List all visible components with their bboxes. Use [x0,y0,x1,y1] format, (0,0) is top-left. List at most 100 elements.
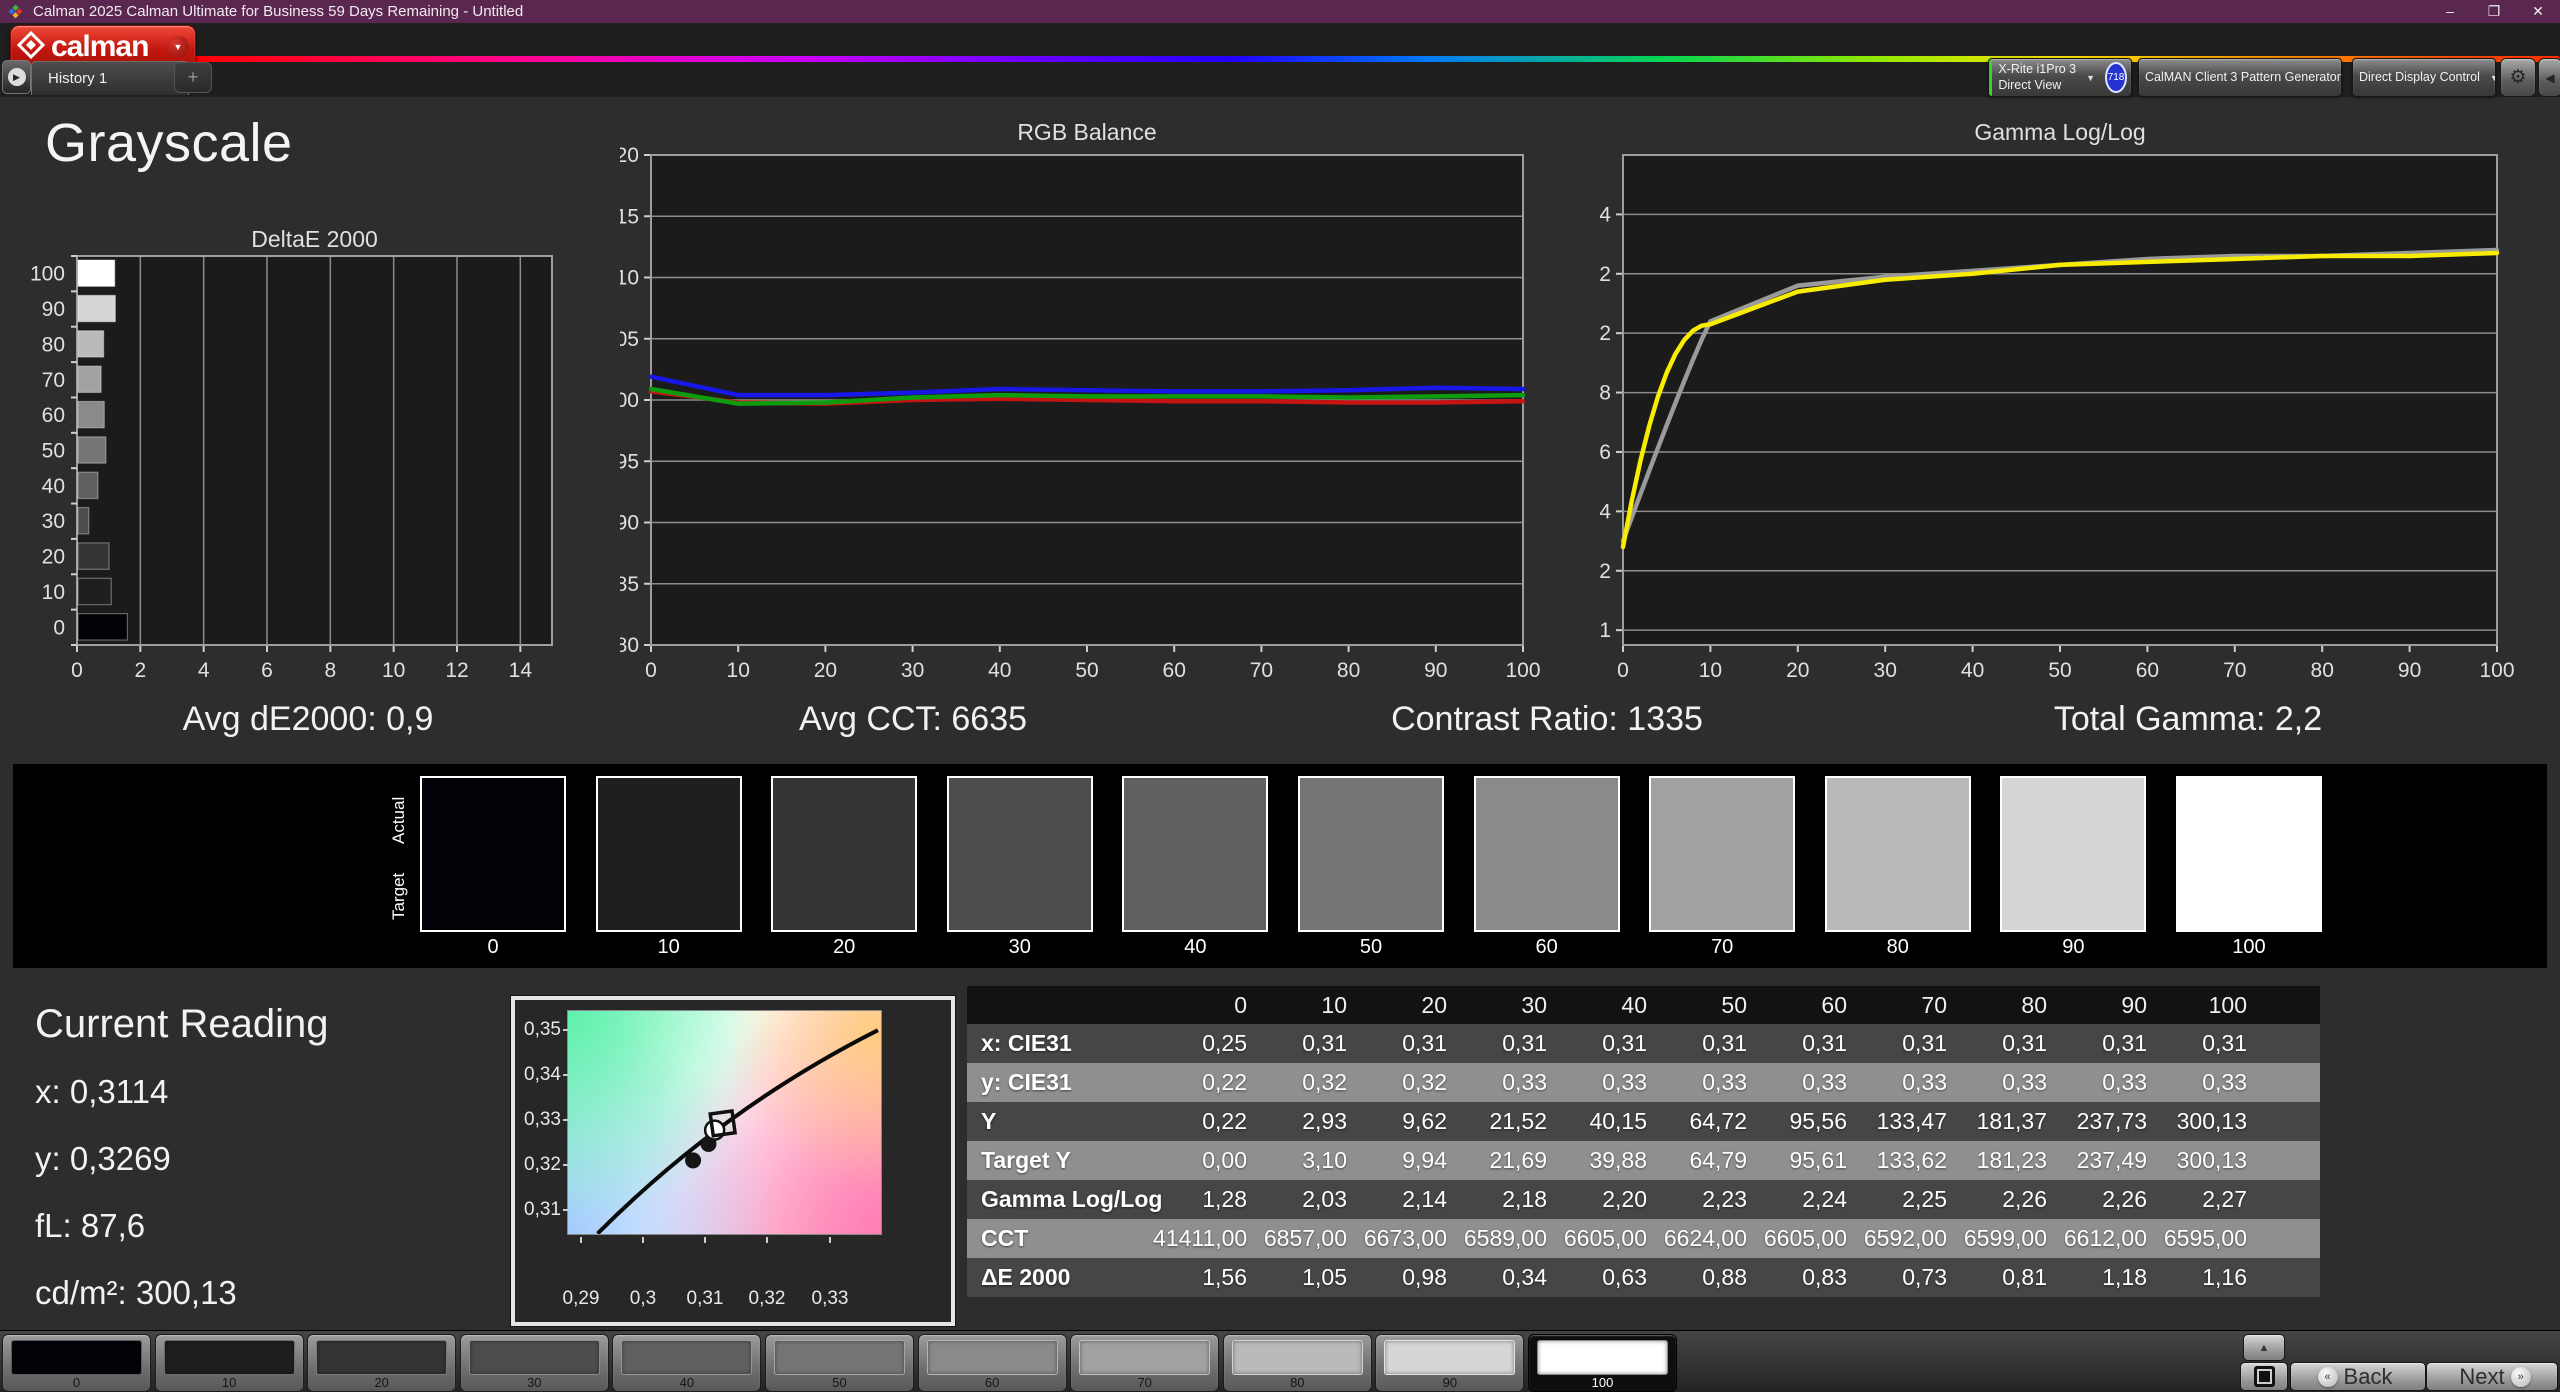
table-cell: 95,56 [1789,1108,1847,1134]
strip-row-label-target: Target [389,872,408,920]
next-button[interactable]: Next» [2426,1362,2558,1391]
meter-select-dropdown[interactable]: X-Rite i1Pro 3 Direct View ▼ 718 [1988,58,2132,97]
rgb-balance-line-chart: RGB Balance 80 85 90 95 100 105 110 115 120 0 10 20 3… [620,119,1541,682]
svg-text:50: 50 [42,440,65,463]
svg-text:50: 50 [1075,659,1098,682]
scroll-up-button[interactable]: ▲ [2243,1334,2285,1361]
table-row-y-cie31: y: CIE31 0,22 0,32 0,32 0,33 0,33 0,33 0,33 0,33… [967,1063,2320,1102]
table-cell: 6605,00 [1763,1225,1847,1251]
cie-y-tick-label: 0,35 [524,1019,561,1040]
table-header-40: 40 [1621,991,1647,1018]
cie-x-tick-label: 0,31 [686,1288,724,1309]
table-row--e-2000: ΔE 2000 1,56 1,05 0,98 0,34 0,63 0,88 0,83 0,73 0… [967,1258,2320,1297]
table-cell: 6599,00 [1963,1225,2047,1251]
back-button[interactable]: «Back [2290,1362,2426,1391]
pattern-generator-dropdown[interactable]: CalMAN Client 3 Pattern Generator ▼ [2138,58,2342,97]
table-cell: 133,47 [1876,1108,1947,1134]
next-label: Next [2459,1363,2505,1389]
pattern-level-button-20[interactable]: 20 [307,1334,457,1392]
pattern-level-button-0[interactable]: 0 [2,1334,151,1392]
table-header-row: 0 10 20 30 40 50 60 70 80 90 100 [967,986,2320,1024]
table-header-100: 100 [2208,991,2247,1018]
svg-text:90: 90 [620,512,639,535]
svg-text:95: 95 [620,450,639,473]
pattern-level-bar: 0102030405060708090100▲■▶[·]∞⟳«BackNext» [0,1330,2560,1392]
svg-text:1,8: 1,8 [1600,382,1611,405]
cie-x-tick [642,1237,644,1243]
reading-x: x: 0,3114 [35,1073,169,1110]
window-pattern-icon [2253,1366,2275,1387]
table-cell: 6673,00 [1363,1225,1447,1251]
table-cell: 2,03 [1302,1186,1347,1212]
window-pattern-button[interactable] [2240,1362,2288,1391]
cie-y-tick [563,1209,568,1211]
chevron-down-icon: ▼ [2484,73,2495,83]
table-cell: 0,34 [1502,1264,1547,1290]
settings-gear-button[interactable]: ⚙ [2500,58,2536,97]
pattern-patch [1079,1340,1211,1375]
pattern-level-label: 70 [1137,1375,1152,1390]
cie-y-tick-label: 0,34 [524,1064,561,1085]
minimize-button[interactable]: – [2428,0,2472,23]
collapse-panel-button[interactable]: ◀ [2538,58,2560,97]
pattern-patch [1231,1340,1363,1375]
pattern-level-button-30[interactable]: 30 [459,1334,609,1392]
svg-text:1,4: 1,4 [1600,500,1611,523]
cie-x-tick [704,1237,706,1243]
cie-x-tick-label: 0,29 [562,1288,600,1309]
grayscale-swatch-10 [595,776,742,932]
svg-text:20: 20 [814,659,837,682]
table-cell: 0,22 [1202,1069,1247,1095]
svg-text:110: 110 [620,267,639,290]
grayscale-swatch-80 [1824,776,1971,932]
svg-text:100: 100 [30,263,65,286]
display-control-dropdown[interactable]: Direct Display Control ▼ [2352,58,2496,97]
table-cell: 2,14 [1402,1186,1447,1212]
svg-text:90: 90 [2398,659,2421,682]
close-button[interactable]: ✕ [2516,0,2560,23]
pattern-patch [1537,1340,1668,1375]
table-row-x-cie31: x: CIE31 0,25 0,31 0,31 0,31 0,31 0,31 0,31 0,31… [967,1024,2320,1063]
table-cell: 1,18 [2102,1264,2147,1290]
table-cell: 0,31 [1902,1030,1947,1056]
table-cell: 133,62 [1876,1147,1947,1173]
pattern-level-button-90[interactable]: 90 [1375,1334,1525,1392]
table-cell: 0,31 [2002,1030,2047,1056]
table-cell: 0,31 [2102,1030,2147,1056]
pattern-level-button-10[interactable]: 10 [154,1334,304,1392]
swatch-label-90: 90 [2062,936,2085,958]
grayscale-swatch-0 [420,776,566,932]
meter-label: X-Rite i1Pro 3 Direct View [1998,61,2077,92]
table-cell: 1,16 [2202,1264,2247,1290]
svg-text:70: 70 [2223,659,2246,682]
tab-scroll-button[interactable]: ▶ [2,60,31,94]
chevron-left-icon: ◀ [2545,70,2555,85]
window-title: Calman 2025 Calman Ultimate for Business… [33,3,524,20]
pattern-patch [774,1340,905,1375]
current-reading-panel: Current Reading x: 0,3114 y: 0,3269 fL: … [35,1002,329,1341]
add-tab-button[interactable]: + [174,62,212,93]
table-cell: 64,72 [1689,1108,1747,1134]
table-cell: 2,18 [1502,1186,1547,1212]
tab-history-1[interactable]: History 1 [31,61,189,95]
table-header-20: 20 [1421,991,1447,1018]
svg-text:10: 10 [42,581,65,604]
pattern-level-button-50[interactable]: 50 [765,1334,914,1392]
titlebar: Calman 2025 Calman Ultimate for Business… [0,0,2560,23]
pattern-level-button-40[interactable]: 40 [612,1334,762,1392]
pattern-level-label: 60 [984,1375,1000,1390]
pattern-level-button-60[interactable]: 60 [917,1334,1067,1392]
pattern-patch [926,1340,1058,1375]
cie-x-tick [766,1237,768,1243]
cie-y-tick [563,1029,568,1031]
svg-text:115: 115 [620,205,639,228]
table-cell: 300,13 [2176,1147,2247,1173]
meter-badge: 718 [2105,62,2127,93]
restore-button[interactable]: ❐ [2472,0,2516,23]
table-header-70: 70 [1921,991,1947,1018]
pattern-level-button-70[interactable]: 70 [1070,1334,1220,1392]
table-cell: 0,33 [1502,1069,1547,1095]
pattern-level-label: 50 [832,1375,847,1390]
pattern-level-button-80[interactable]: 80 [1222,1334,1372,1392]
pattern-level-button-100[interactable]: 100 [1528,1334,1677,1392]
